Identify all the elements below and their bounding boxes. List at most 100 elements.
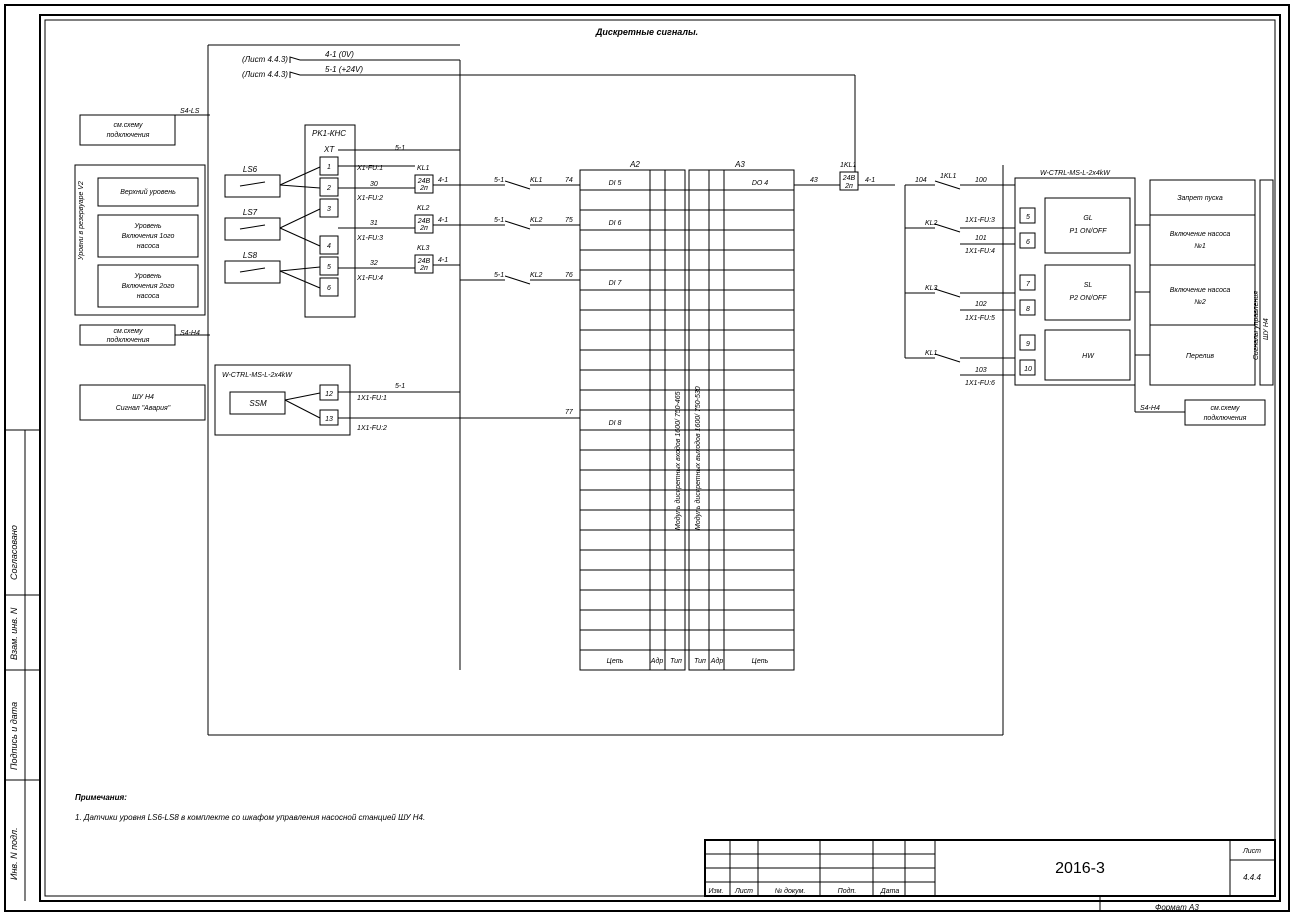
s4-ls-link: S4-LS [180, 108, 200, 115]
svg-text:13: 13 [325, 416, 333, 423]
stamp-strip: Согласовано Взам. инв. N Подпись и дата … [5, 430, 40, 901]
svg-text:Тип: Тип [670, 658, 682, 665]
svg-text:75: 75 [565, 217, 573, 224]
svg-text:GL: GL [1083, 215, 1092, 222]
svg-text:2016-3: 2016-3 [1055, 860, 1105, 877]
svg-text:см.схему: см.схему [1210, 405, 1240, 412]
svg-text:Запрет пуска: Запрет пуска [1177, 195, 1223, 202]
top-bus: (Лист 4.4.3) (Лист 4.4.3) 4-1 (0V) 5-1 (… [242, 50, 855, 670]
svg-text:102: 102 [975, 301, 987, 308]
svg-text:Включение насоса: Включение насоса [1170, 231, 1231, 238]
svg-text:S4-H4: S4-H4 [1140, 405, 1160, 412]
svg-text:KL2: KL2 [417, 205, 430, 212]
svg-text:DI 8: DI 8 [609, 420, 622, 427]
svg-text:DI 6: DI 6 [609, 220, 622, 227]
scheme-ref-1: см.схему [113, 122, 143, 129]
svg-text:1X1-FU:2: 1X1-FU:2 [357, 425, 387, 432]
level-1: Верхний уровень [120, 188, 176, 196]
svg-text:подключения: подключения [107, 131, 150, 139]
tank-label: Уровни в резервуаре V2 [78, 181, 85, 261]
svg-text:5-1: 5-1 [494, 272, 504, 279]
svg-text:подключения: подключения [107, 336, 150, 344]
svg-text:Сигнал "Авария": Сигнал "Авария" [116, 405, 171, 412]
svg-text:1: 1 [327, 164, 331, 171]
svg-text:5-1: 5-1 [395, 383, 405, 390]
modules: A2 A3 DI 5 DI 6 DI 7 DI 8 DO 4 Модуль ди… [580, 160, 794, 670]
svg-text:DI 5: DI 5 [609, 180, 622, 187]
svg-text:5-1: 5-1 [395, 145, 405, 152]
svg-text:Включения 2ого: Включения 2ого [122, 283, 175, 290]
svg-text:32: 32 [370, 260, 378, 267]
svg-text:100: 100 [975, 177, 987, 184]
svg-text:Модуль дискретных выходов 1600: Модуль дискретных выходов 1600/ 750-530 [694, 386, 702, 530]
shu-h4-box [80, 385, 205, 420]
svg-text:SL: SL [1084, 282, 1093, 289]
sheet-ref1: (Лист 4.4.3) [242, 55, 288, 64]
svg-text:P2 ON/OFF: P2 ON/OFF [1070, 295, 1108, 302]
svg-text:9: 9 [1026, 341, 1030, 348]
diagram-title: Дискретные сигналы. [595, 27, 698, 37]
bus-24v: 5-1 (+24V) [325, 65, 363, 74]
svg-text:Адр: Адр [650, 657, 664, 665]
svg-text:Перелив: Перелив [1186, 353, 1214, 360]
svg-text:1X1-FU:4: 1X1-FU:4 [965, 248, 995, 255]
svg-text:A2: A2 [629, 160, 640, 169]
svg-text:DI 7: DI 7 [609, 280, 623, 287]
svg-text:A3: A3 [734, 160, 745, 169]
svg-text:Подп.: Подп. [838, 887, 857, 895]
svg-text:Цепь: Цепь [752, 658, 769, 665]
svg-text:4-1: 4-1 [438, 217, 448, 224]
svg-text:Дата: Дата [880, 888, 900, 895]
left-fuses: X1-FU:1 30 X1-FU:2 24В2п KL1 4-1 31 X1-F… [338, 145, 460, 282]
svg-text:1X1-FU:6: 1X1-FU:6 [965, 380, 995, 387]
svg-text:43: 43 [810, 177, 818, 184]
svg-text:KL2: KL2 [925, 220, 938, 227]
svg-text:ШУ Н4: ШУ Н4 [1263, 318, 1270, 340]
svg-text:см.схему: см.схему [113, 328, 143, 335]
svg-text:X1-FU:3: X1-FU:3 [356, 235, 383, 242]
svg-text:насоса: насоса [137, 293, 160, 300]
svg-text:74: 74 [565, 177, 573, 184]
svg-text:Включение насоса: Включение насоса [1170, 287, 1231, 294]
svg-text:103: 103 [975, 367, 987, 374]
svg-text:3: 3 [327, 206, 331, 213]
svg-text:Изм.: Изм. [709, 888, 724, 895]
svg-text:X1-FU:4: X1-FU:4 [356, 275, 383, 282]
svg-text:Модуль дискретных входов 1600/: Модуль дискретных входов 1600/ 750-465 [674, 391, 682, 530]
svg-text:4-1: 4-1 [865, 177, 875, 184]
svg-text:31: 31 [370, 220, 378, 227]
drawing: Согласовано Взам. инв. N Подпись и дата … [0, 0, 1294, 916]
svg-text:104: 104 [915, 177, 927, 184]
stamp-vzam: Взам. инв. N [9, 607, 19, 660]
svg-text:77: 77 [565, 409, 574, 416]
title-block: Изм. Лист № докум. Подп. Дата 2016-3 Лис… [705, 840, 1275, 896]
svg-text:W-CTRL-MS-L-2x4kW: W-CTRL-MS-L-2x4kW [222, 372, 293, 379]
svg-text:5: 5 [1026, 214, 1030, 221]
svg-text:12: 12 [325, 391, 333, 398]
svg-text:4.4.4: 4.4.4 [1243, 873, 1261, 882]
svg-text:4-1: 4-1 [438, 257, 448, 264]
svg-text:DO 4: DO 4 [752, 180, 768, 187]
svg-text:KL1: KL1 [925, 350, 938, 357]
svg-text:1KL1: 1KL1 [840, 162, 856, 169]
svg-text:24В: 24В [417, 218, 431, 225]
svg-text:KL2: KL2 [530, 272, 543, 279]
svg-text:W-CTRL-MS-L-2x4kW: W-CTRL-MS-L-2x4kW [1040, 170, 1111, 177]
svg-text:LS6: LS6 [243, 165, 258, 174]
svg-text:1X1-FU:1: 1X1-FU:1 [357, 395, 387, 402]
svg-text:6: 6 [1026, 239, 1030, 246]
svg-text:Лист: Лист [1242, 848, 1261, 855]
svg-text:№2: №2 [1194, 299, 1206, 306]
svg-text:2п: 2п [419, 185, 428, 192]
svg-text:2п: 2п [419, 225, 428, 232]
stamp-sogl: Согласовано [9, 525, 19, 580]
svg-text:P1 ON/OFF: P1 ON/OFF [1070, 228, 1108, 235]
svg-text:KL3: KL3 [417, 245, 430, 252]
svg-text:24В: 24В [417, 178, 431, 185]
svg-text:Цепь: Цепь [607, 658, 624, 665]
svg-text:ШУ Н4: ШУ Н4 [132, 394, 154, 401]
bus-0v: 4-1 (0V) [325, 50, 354, 59]
stamp-inv: Инв. N подл. [9, 827, 19, 880]
format-label: Формат А3 [1155, 903, 1199, 912]
stamp-podp: Подпись и дата [9, 702, 19, 770]
